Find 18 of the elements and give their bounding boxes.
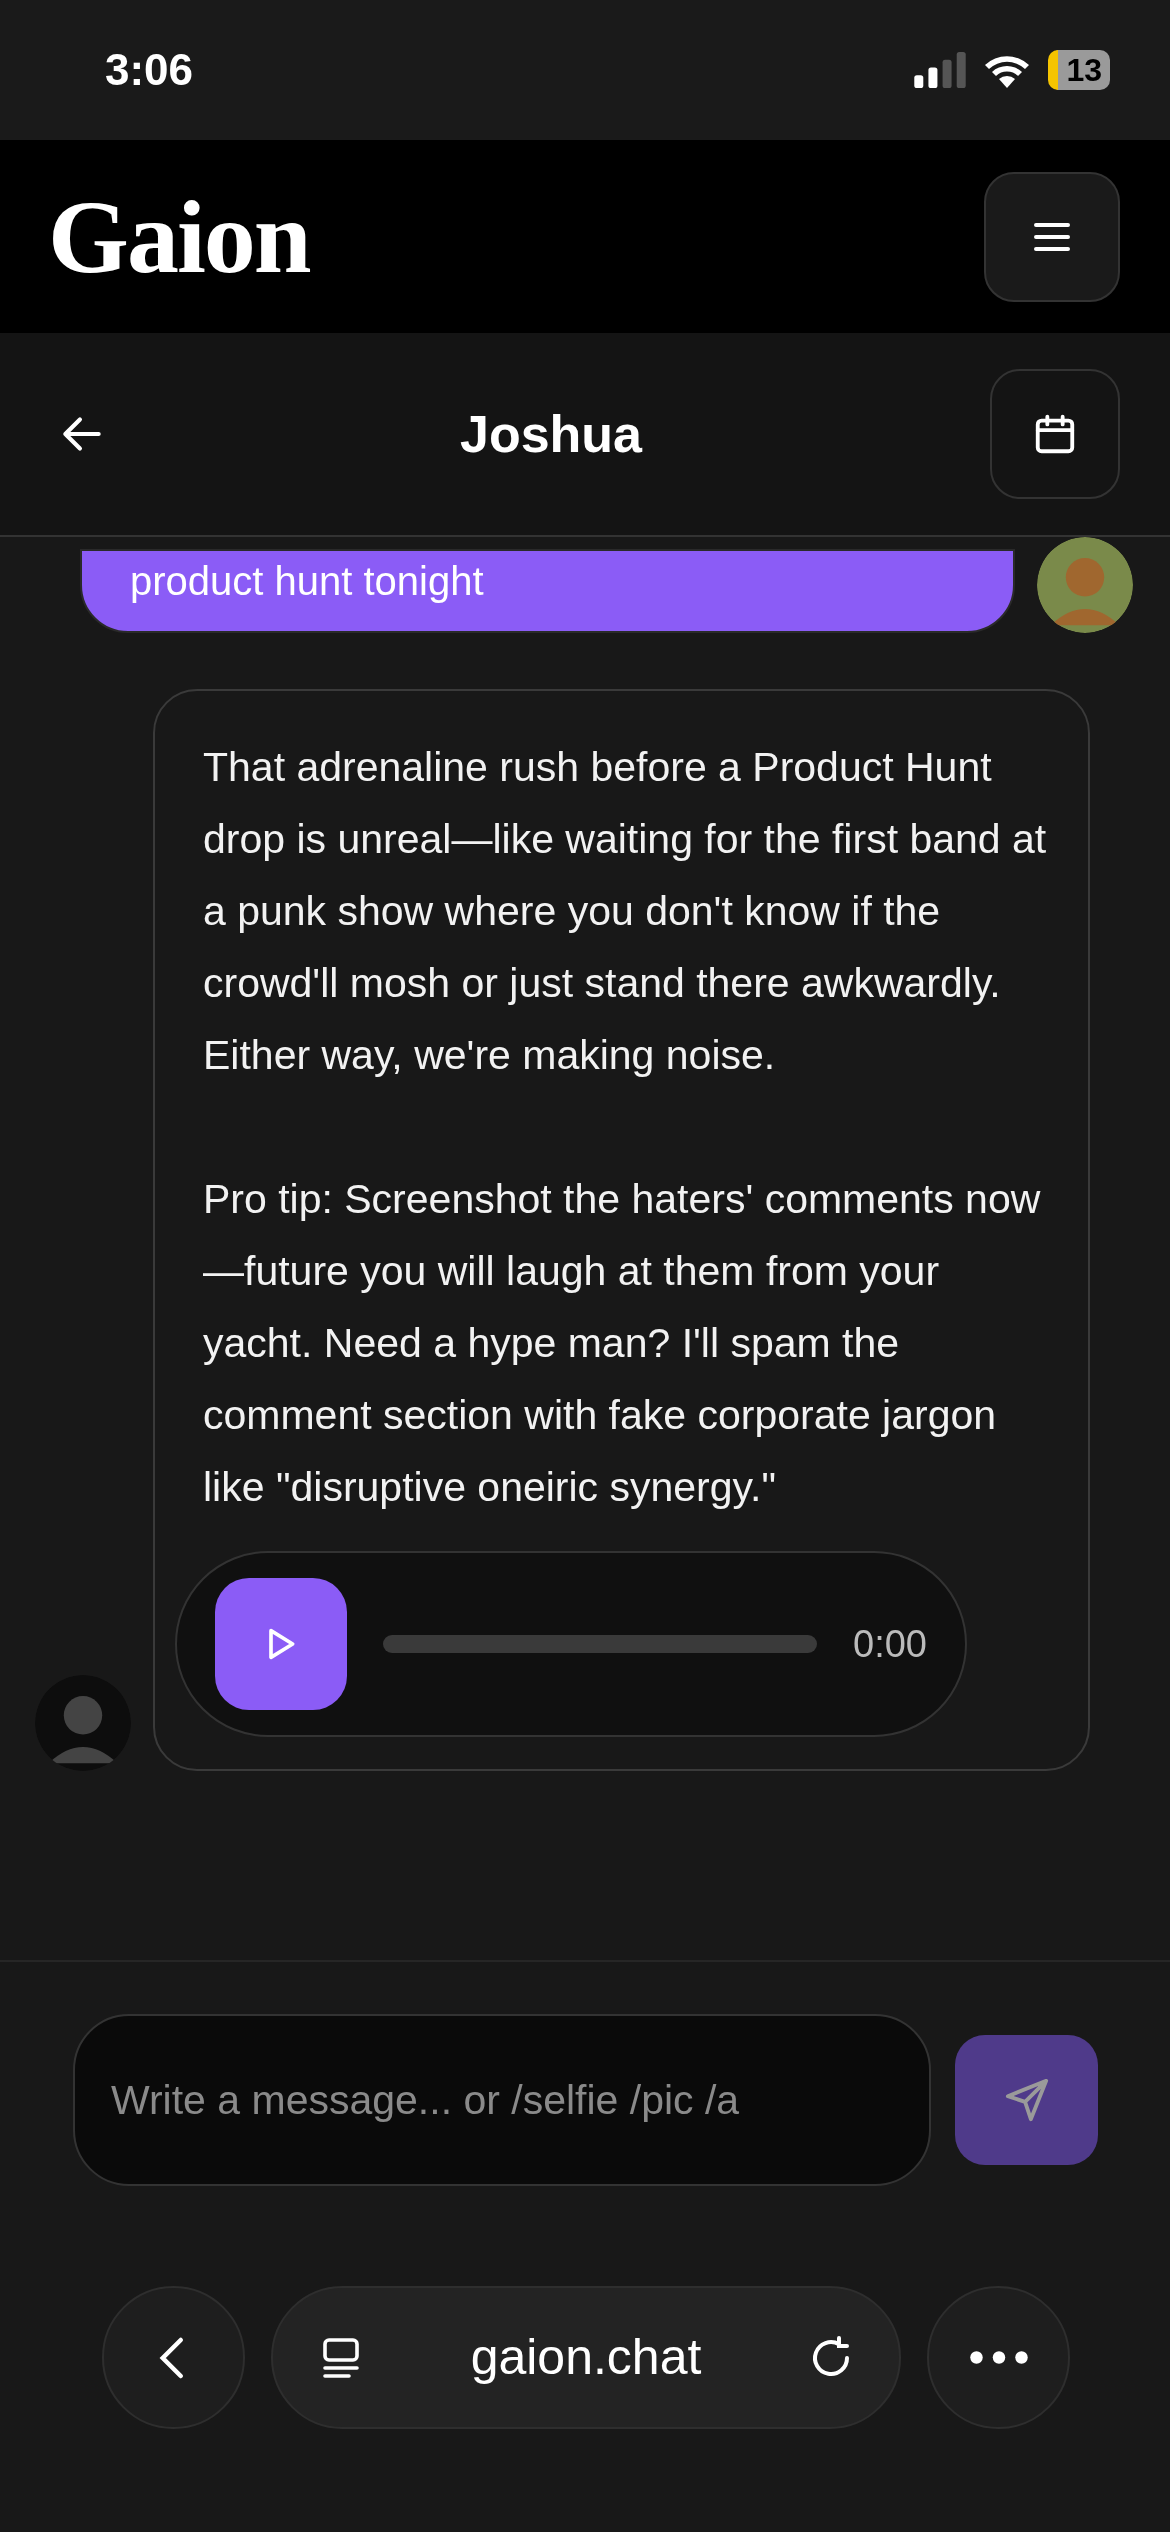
message-text: That adrenaline rush before a Product Hunt drop is unreal—like waiting for the first band at a punk show where you don't know if the crowd'll mosh or just stand there awkwardly. Either way, we're making noise. xyxy=(203,743,1048,1080)
send-icon xyxy=(1003,2077,1050,2123)
url-text: gaion.chat xyxy=(470,2328,702,2387)
play-button[interactable] xyxy=(215,1578,347,1710)
more-icon xyxy=(968,2350,1029,2365)
user-message-bubble: product hunt tonight xyxy=(80,549,1015,633)
message-input[interactable]: Write a message... or /selfie /pic /a xyxy=(73,2014,931,2186)
status-time: 3:06 xyxy=(105,44,194,96)
battery-level: 13 xyxy=(1048,50,1110,90)
address-bar[interactable]: gaion.chat xyxy=(271,2286,901,2429)
chat-title: Joshua xyxy=(459,404,643,465)
message-text: Pro tip: Screenshot the haters' comments now—future you will laugh at them from your yacht. Need a hype man? I'll spam the comment section with fake corporate jargon like "disruptive oneiric synergy." xyxy=(203,1175,1042,1512)
calendar-button[interactable] xyxy=(990,369,1120,499)
audio-time: 0:00 xyxy=(853,1621,927,1667)
app-logo: Gaion xyxy=(48,177,310,296)
signal-icon xyxy=(914,52,967,88)
send-button[interactable] xyxy=(955,2035,1098,2165)
menu-button[interactable] xyxy=(984,171,1120,302)
